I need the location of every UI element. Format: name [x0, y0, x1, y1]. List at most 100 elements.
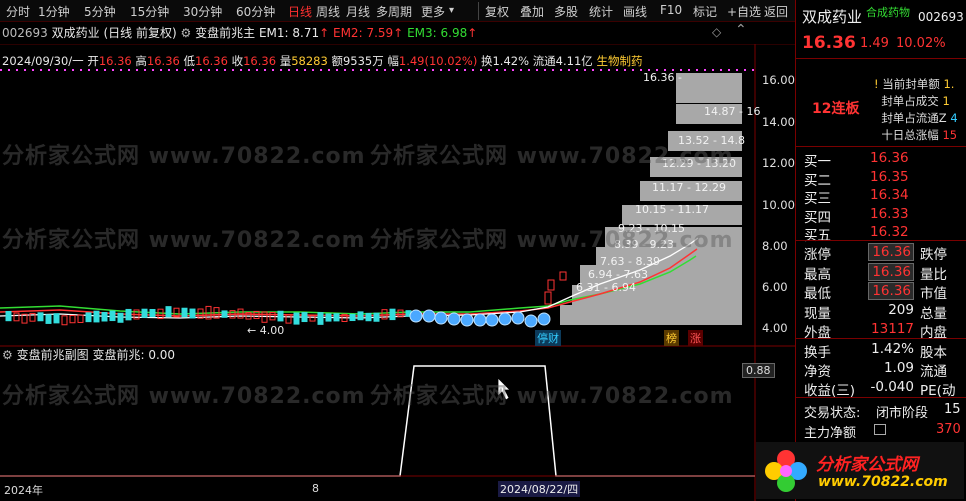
chart-title: 002693 双成药业 (日线 前复权) ⚙ 变盘前兆主 EM1: 8.71↑ …	[2, 24, 477, 41]
chip-label: 6.94 - 7.63	[588, 268, 648, 281]
tab-monthly[interactable]: 月线	[346, 3, 370, 20]
diamond-icon[interactable]: ◇	[712, 25, 721, 39]
stat-label: 收益(三)	[804, 383, 856, 399]
tab-weekly[interactable]: 周线	[316, 3, 340, 20]
chip-label: 14.87 - 16	[704, 105, 761, 118]
zhang-marker[interactable]: 涨	[688, 330, 703, 346]
chip-label: 16.36 -	[643, 71, 682, 84]
subchart-value: 0.00	[148, 348, 176, 362]
candle	[5, 310, 12, 322]
tab-5min[interactable]: 5分钟	[84, 3, 116, 20]
low-marker: ← 4.00	[247, 324, 285, 337]
signal-ball	[473, 313, 487, 327]
candle	[13, 312, 20, 322]
candle	[559, 271, 567, 281]
stat-label: 换手	[804, 345, 831, 361]
candle	[93, 310, 100, 323]
draw-button[interactable]: 画线	[623, 3, 647, 20]
stock-code: 002693	[2, 26, 48, 40]
signal-ball	[409, 309, 423, 323]
candle	[69, 314, 76, 324]
chevron-up-icon[interactable]: ⌃	[735, 22, 747, 38]
chip-label: 11.17 - 12.29	[652, 181, 726, 194]
stat-value: 16.36	[868, 262, 914, 281]
panel-divider	[796, 146, 966, 147]
add-watchlist-button[interactable]: +自选	[727, 3, 761, 20]
watermark-text: 分析家公式网 www.70822.com	[2, 228, 366, 253]
candle	[109, 310, 116, 322]
tab-1min[interactable]: 1分钟	[38, 3, 70, 20]
bid-price: 16.32	[870, 224, 909, 240]
em2-label: EM2:	[333, 26, 363, 40]
bid-label: 买四	[804, 209, 831, 226]
stat-value: 1.09	[883, 360, 914, 376]
tingcai-marker[interactable]: 停财	[535, 330, 561, 346]
signal-ball	[524, 314, 538, 328]
em2-up-icon: ↑	[393, 26, 404, 40]
mark-button[interactable]: 标记	[693, 3, 717, 20]
tab-fenshi[interactable]: 分时	[6, 3, 30, 20]
bid-label: 买三	[804, 191, 831, 207]
candle	[325, 313, 332, 322]
stat-value: 1.42%	[871, 341, 914, 357]
cursor-date-label: 2024/08/22/四	[498, 481, 581, 497]
f10-button[interactable]: F10	[660, 3, 682, 17]
overlay-button[interactable]: 叠加	[520, 3, 544, 20]
candle	[165, 306, 172, 318]
price-axis-label: 6.00	[762, 280, 788, 294]
back-button[interactable]: 返回	[764, 3, 788, 20]
watermark-text: 分析家公式网 www.70822.com	[370, 144, 734, 169]
em3-label: EM3:	[407, 26, 437, 40]
toolbar-divider	[478, 2, 479, 20]
subchart-gear-icon[interactable]: ⚙	[2, 348, 13, 362]
panel-sector-tag[interactable]: 合成药物	[866, 4, 910, 20]
candle	[125, 308, 132, 321]
tab-60min[interactable]: 60分钟	[236, 3, 275, 20]
candle	[389, 308, 396, 321]
panel-divider	[796, 58, 966, 59]
candle	[181, 307, 188, 318]
candle	[37, 312, 44, 322]
candle	[149, 308, 156, 318]
candle	[53, 313, 60, 324]
candle	[85, 312, 92, 323]
indicator-gear-icon[interactable]: ⚙	[181, 26, 192, 40]
price-axis-label: 14.00	[762, 115, 795, 129]
candle	[365, 312, 372, 322]
stat-value: 16.36	[868, 282, 914, 300]
candle	[221, 310, 228, 318]
panel-divider	[796, 338, 966, 339]
kline-chart[interactable]	[0, 44, 795, 501]
multi-stock-button[interactable]: 多股	[554, 3, 578, 20]
stats-button[interactable]: 统计	[589, 3, 613, 20]
seal-line: 封单占成交 1	[881, 94, 950, 108]
candle	[301, 312, 308, 323]
tab-more[interactable]: 更多	[421, 3, 445, 20]
stat-value: 13117	[871, 321, 914, 337]
subchart-name[interactable]: 变盘前兆副图	[17, 348, 89, 362]
bid-price: 16.33	[870, 205, 909, 222]
indicator-name[interactable]: 变盘前兆主	[195, 26, 255, 40]
tab-15min[interactable]: 15分钟	[130, 3, 169, 20]
candle	[547, 279, 555, 291]
period-toolbar: 分时 1分钟 5分钟 15分钟 30分钟 60分钟 日线 周线 月线 多周期 更…	[0, 0, 795, 22]
stat-label-right: 股本	[920, 345, 947, 361]
candle	[285, 314, 292, 324]
chip-bar	[560, 305, 742, 325]
stat-value: 16.36	[868, 243, 914, 261]
bid-label: 买五	[804, 228, 831, 244]
detail-icon[interactable]	[874, 424, 886, 435]
price-axis-label: 10.00	[762, 198, 795, 212]
tab-daily[interactable]: 日线	[288, 3, 312, 20]
bang-marker[interactable]: 榜	[664, 330, 679, 346]
stat-label-right: 流通	[920, 364, 947, 380]
price-axis-label: 12.00	[762, 156, 795, 170]
fuquan-button[interactable]: 复权	[485, 3, 509, 20]
tab-30min[interactable]: 30分钟	[183, 3, 222, 20]
watermark-text: 分析家公式网 www.70822.com	[2, 144, 366, 169]
more-dropdown-icon[interactable]: ▾	[449, 5, 454, 16]
tab-multi-period[interactable]: 多周期	[376, 3, 412, 20]
em1-label: EM1:	[258, 26, 289, 40]
limit-up-streak: 12连板	[812, 101, 860, 117]
stock-name: 双成药业	[51, 26, 100, 40]
